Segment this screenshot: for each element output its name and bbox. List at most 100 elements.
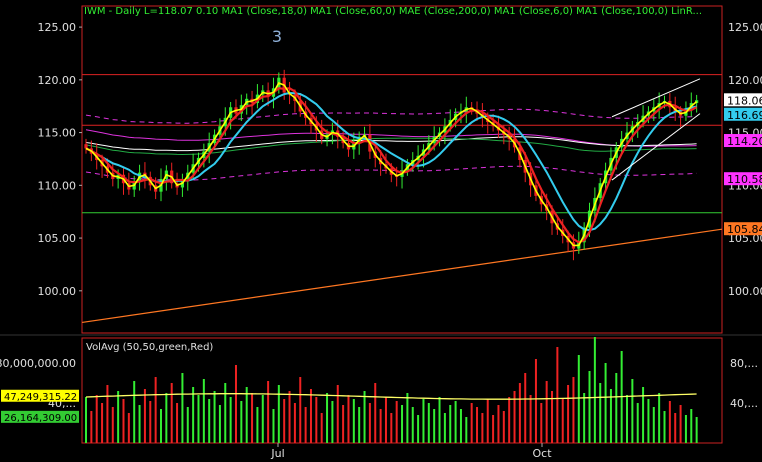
volume-bar — [695, 417, 698, 443]
volume-bar — [572, 377, 575, 443]
volume-bar — [374, 383, 377, 443]
volume-bar — [567, 385, 570, 443]
volume-bar — [293, 403, 296, 443]
volume-bar — [518, 383, 521, 443]
volume-bar — [358, 407, 361, 443]
volume-bar — [331, 401, 334, 443]
volume-bar — [304, 407, 307, 443]
volume-bar — [470, 403, 473, 443]
volume-bar — [117, 391, 120, 443]
volume-bar — [165, 393, 168, 443]
volume-bar — [577, 355, 580, 443]
volume-bar — [663, 411, 666, 443]
volume-bar — [502, 411, 505, 443]
volume-bar — [133, 381, 136, 443]
volume-bar — [234, 365, 237, 443]
volume-bar — [138, 405, 141, 443]
volume-bar — [540, 403, 543, 443]
volume-bar — [636, 403, 639, 443]
volume-bar — [438, 397, 441, 443]
volume-bar — [486, 399, 489, 443]
volume-panel-label: VolAvg (50,50,green,Red) — [86, 342, 213, 353]
volume-bar — [186, 407, 189, 443]
volume-bar — [197, 395, 200, 443]
price-tag-text: 105.84 — [727, 223, 762, 236]
volume-bar — [240, 401, 243, 443]
volume-bar — [192, 387, 195, 443]
volume-bar — [256, 407, 259, 443]
volume-bar — [427, 403, 430, 443]
volume-bar — [336, 385, 339, 443]
volume-bar — [272, 409, 275, 443]
price-axis-label-right: 120.00 — [728, 74, 762, 87]
price-axis-label-right: 100.00 — [728, 285, 762, 298]
volume-bar — [347, 395, 350, 443]
envelope-upper-line — [85, 108, 697, 124]
price-tag-text: 114.20 — [727, 135, 762, 148]
volume-bar — [90, 411, 93, 443]
volume-bar — [181, 373, 184, 443]
volume-bar — [684, 415, 687, 443]
volume-bar — [545, 381, 548, 443]
volume-bar — [679, 405, 682, 443]
volume-bar — [593, 337, 596, 443]
volume-bar — [342, 405, 345, 443]
volume-bar — [588, 371, 591, 443]
volume-bar — [267, 381, 270, 443]
price-tag-text: 110.58 — [727, 173, 762, 186]
volume-bar — [647, 399, 650, 443]
volume-tag-text: 26,164,309.00 — [4, 413, 77, 424]
volume-bar — [245, 387, 248, 443]
volume-bar — [668, 401, 671, 443]
volume-axis-label-right: 40,... — [730, 397, 758, 410]
price-axis-label-left: 125.00 — [38, 21, 77, 34]
volume-bar — [309, 389, 312, 443]
volume-bar — [599, 383, 602, 443]
volume-bar — [224, 383, 227, 443]
volume-bar — [384, 397, 387, 443]
volume-bar — [101, 403, 104, 443]
price-axis-label-left: 115.00 — [38, 127, 77, 140]
chart-window: 125.00125.00120.00120.00115.00115.00110.… — [0, 0, 762, 462]
volume-bar — [251, 393, 254, 443]
volume-bar — [170, 383, 173, 443]
price-axis-label-right: 125.00 — [728, 21, 762, 34]
volume-bar — [320, 413, 323, 443]
x-axis-label: Jul — [270, 447, 284, 460]
volume-bar — [631, 379, 634, 443]
volume-bar — [379, 409, 382, 443]
price-axis-label-left: 100.00 — [38, 285, 77, 298]
volume-bar — [658, 393, 661, 443]
volume-bar — [213, 391, 216, 443]
volume-bar — [454, 401, 457, 443]
volume-bar — [652, 407, 655, 443]
volume-bar — [465, 417, 468, 443]
volume-axis-label-right: 80,... — [730, 357, 758, 370]
volume-bar — [229, 397, 232, 443]
volume-bar — [443, 413, 446, 443]
volume-bar — [615, 373, 618, 443]
volume-bar — [315, 397, 318, 443]
volume-bar — [326, 393, 329, 443]
volume-bar — [481, 413, 484, 443]
volume-bar — [122, 399, 125, 443]
volume-bar — [159, 409, 162, 443]
trend-line — [81, 228, 723, 324]
price-tag-text: 116.69 — [727, 109, 762, 122]
volume-bar — [529, 395, 532, 443]
price-axis-label-left: 110.00 — [38, 179, 77, 192]
volume-bar — [143, 389, 146, 443]
volume-bar — [604, 363, 607, 443]
volume-bar — [261, 395, 264, 443]
volume-bar — [208, 399, 211, 443]
volume-bar — [433, 409, 436, 443]
volume-bar — [449, 405, 452, 443]
chart-header-title: IWM - Daily L=118.07 0.10 MA1 (Close,18,… — [84, 6, 702, 17]
volume-bar — [417, 415, 420, 443]
volume-bar — [406, 393, 409, 443]
volume-tag-text: 47,249,315.22 — [4, 392, 77, 403]
price-volume-chart[interactable]: 125.00125.00120.00120.00115.00115.00110.… — [0, 0, 762, 462]
volume-bar — [202, 379, 205, 443]
volume-bar — [299, 377, 302, 443]
volume-bar — [176, 403, 179, 443]
